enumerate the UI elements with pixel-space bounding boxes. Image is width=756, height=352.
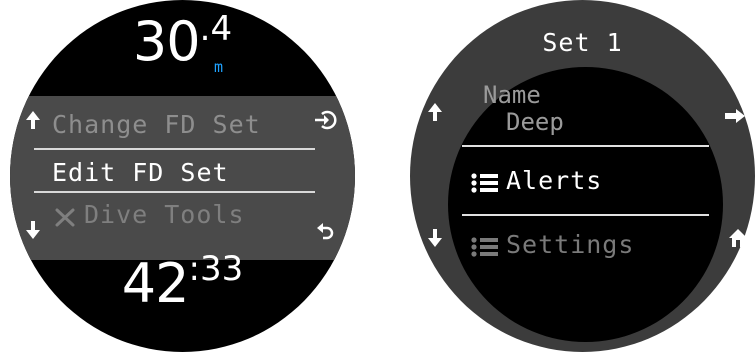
depth-decimal-sep: . bbox=[199, 9, 211, 49]
depth-readout: 30.4 bbox=[10, 9, 355, 73]
depth-whole: 30 bbox=[132, 10, 201, 73]
name-label: Name bbox=[483, 81, 541, 109]
list-icon bbox=[470, 171, 500, 193]
menu-divider bbox=[462, 214, 709, 216]
list-icon bbox=[470, 235, 500, 257]
menu-item-label: Dive Tools bbox=[84, 200, 245, 229]
menu-item-settings[interactable]: Settings bbox=[470, 230, 634, 259]
page-title: Set 1 bbox=[542, 28, 623, 57]
menu-item-label: Edit FD Set bbox=[52, 158, 229, 187]
name-value[interactable]: Deep bbox=[506, 109, 564, 135]
menu-divider bbox=[34, 148, 315, 150]
menu-item-change-fd-set[interactable]: Change FD Set bbox=[52, 110, 261, 139]
arrow-down-icon[interactable] bbox=[427, 228, 443, 252]
depth-unit: m bbox=[214, 58, 224, 76]
time-hours: 42 bbox=[121, 252, 190, 315]
menu-item-label: Alerts bbox=[506, 166, 603, 195]
menu-item-dive-tools[interactable]: Dive Tools bbox=[52, 200, 245, 229]
back-icon[interactable] bbox=[316, 222, 334, 244]
time-separator: : bbox=[188, 249, 200, 289]
menu-item-label: Change FD Set bbox=[52, 110, 261, 139]
menu-divider bbox=[462, 145, 709, 147]
menu-item-label: Settings bbox=[506, 230, 635, 259]
depth-fraction: 4 bbox=[210, 9, 233, 49]
time-readout: 42:33 bbox=[10, 249, 355, 315]
enter-icon[interactable] bbox=[314, 110, 338, 134]
arrow-up-icon[interactable] bbox=[427, 102, 443, 126]
menu-divider bbox=[34, 191, 315, 193]
arrow-up-icon[interactable] bbox=[25, 110, 41, 134]
menu-item-edit-fd-set[interactable]: Edit FD Set bbox=[52, 158, 229, 187]
home-icon[interactable] bbox=[728, 228, 748, 252]
arrow-right-icon[interactable] bbox=[724, 108, 746, 128]
tools-icon bbox=[52, 205, 78, 227]
time-minutes: 33 bbox=[199, 249, 244, 289]
arrow-down-icon[interactable] bbox=[25, 220, 41, 244]
menu-item-alerts[interactable]: Alerts bbox=[470, 166, 602, 195]
